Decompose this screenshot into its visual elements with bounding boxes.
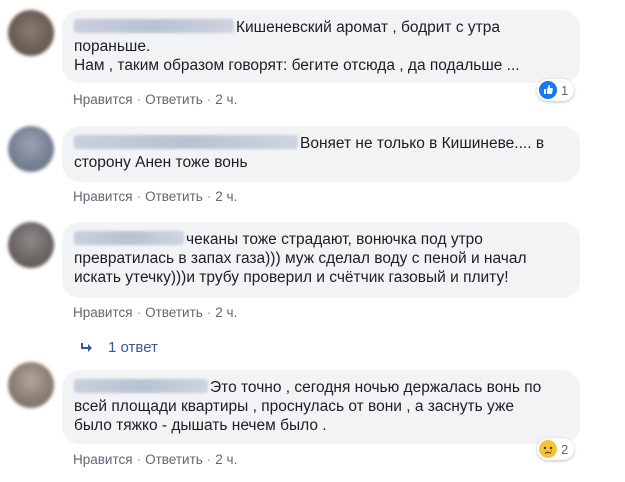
comment-text-line: Воняет не только в Кишиневе.... в [300, 135, 545, 152]
comment-bubble: чеканы тоже страдают, вонючка под утро п… [62, 222, 580, 298]
reply-link[interactable]: Ответить [145, 452, 203, 467]
comment-bubble: Это точно , сегодня ночью держалась вонь… [62, 370, 580, 444]
comment-actions: Нравится · Ответить · 2 ч. [73, 92, 238, 107]
comment-text-line: чеканы тоже страдают, вонючка под утро [186, 231, 483, 248]
like-link[interactable]: Нравится [73, 92, 133, 107]
like-link[interactable]: Нравится [73, 305, 133, 320]
author-name-redacted[interactable] [74, 231, 184, 245]
comment-bubble: Кишеневский аромат , бодрит с утра поран… [62, 10, 580, 83]
author-name-redacted[interactable] [74, 19, 234, 33]
reaction-count-value: 1 [561, 82, 569, 98]
comment-actions: Нравится · Ответить · 2 ч. [73, 452, 238, 467]
author-name-redacted[interactable] [74, 379, 208, 393]
replies-count: 1 ответ [108, 339, 158, 356]
timestamp[interactable]: 2 ч. [215, 452, 237, 467]
reply-link[interactable]: Ответить [145, 305, 203, 320]
like-link[interactable]: Нравится [73, 189, 133, 204]
timestamp[interactable]: 2 ч. [215, 189, 237, 204]
comment-text-line: пораньше. [74, 38, 151, 55]
comment-actions: Нравится · Ответить · 2 ч. [73, 189, 238, 204]
sad-icon [539, 440, 557, 458]
like-link[interactable]: Нравится [73, 452, 133, 467]
comment-text-line: всей площади квартиры , проснулась от во… [74, 398, 514, 415]
comment-text-line: Это точно , сегодня ночью держалась вонь… [210, 379, 542, 396]
comment-text-line: Кишеневский аромат , бодрит с утра [236, 19, 500, 36]
comment-text-line: превратилась в запах газа))) муж сделал … [74, 250, 527, 267]
avatar[interactable] [8, 222, 54, 268]
view-replies-link[interactable]: 1 ответ [80, 339, 158, 356]
comment-text-line: было тяжко - дышать нечем было . [74, 417, 327, 434]
reaction-count[interactable]: 2 [537, 438, 575, 460]
reply-arrow-icon [81, 342, 92, 352]
reply-link[interactable]: Ответить [145, 92, 203, 107]
like-icon [539, 81, 557, 99]
timestamp[interactable]: 2 ч. [215, 92, 237, 107]
avatar[interactable] [8, 10, 54, 56]
avatar[interactable] [8, 362, 54, 408]
comment-text-line: искать утечку)))и трубу проверил и счётч… [74, 269, 509, 286]
reaction-count-value: 2 [561, 441, 569, 457]
timestamp[interactable]: 2 ч. [215, 305, 237, 320]
avatar[interactable] [8, 126, 54, 172]
reply-link[interactable]: Ответить [145, 189, 203, 204]
comment-actions: Нравится · Ответить · 2 ч. [73, 305, 238, 320]
comment-text-line: Нам , таким образом говорят: бегите отсю… [74, 57, 520, 74]
author-name-redacted[interactable] [74, 135, 298, 149]
reaction-count[interactable]: 1 [537, 79, 575, 101]
comment-bubble: Воняет не только в Кишиневе.... в сторон… [62, 126, 580, 182]
comment-text-line: сторону Анен тоже вонь [74, 154, 248, 171]
